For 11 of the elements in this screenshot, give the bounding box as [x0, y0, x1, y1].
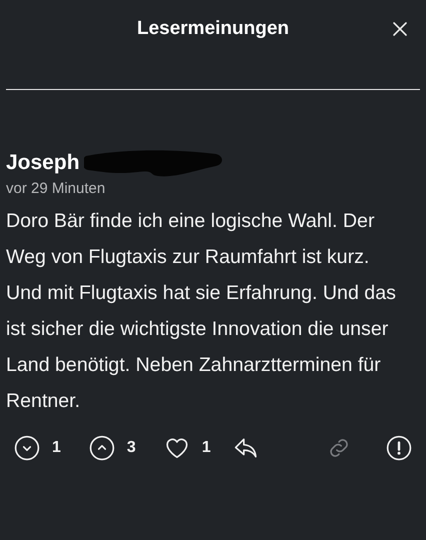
- downvote-button[interactable]: 1: [14, 435, 61, 461]
- report-button[interactable]: [386, 435, 412, 461]
- dialog-title: Lesermeinungen: [136, 18, 290, 40]
- comment-text: Doro Bär finde ich eine logische Wahl. Der Weg von Flugtaxis zur Raumfahrt ist kurz. Und mit Flugtaxis hat sie Erfahrung. Und das ist sicher die wichtigste Innovation die unser Land benötigt. Neben Zahnarztterminen für Rentner.: [6, 209, 397, 414]
- upvote-button[interactable]: 3: [88, 435, 136, 461]
- like-button[interactable]: 1: [164, 435, 211, 461]
- chevron-up-circle-icon: [88, 435, 115, 461]
- timestamp: vor 29 Minuten: [6, 180, 106, 197]
- author-name: Joseph: [6, 151, 80, 175]
- alert-circle-icon: [386, 435, 412, 461]
- chevron-down-circle-icon: [14, 435, 40, 461]
